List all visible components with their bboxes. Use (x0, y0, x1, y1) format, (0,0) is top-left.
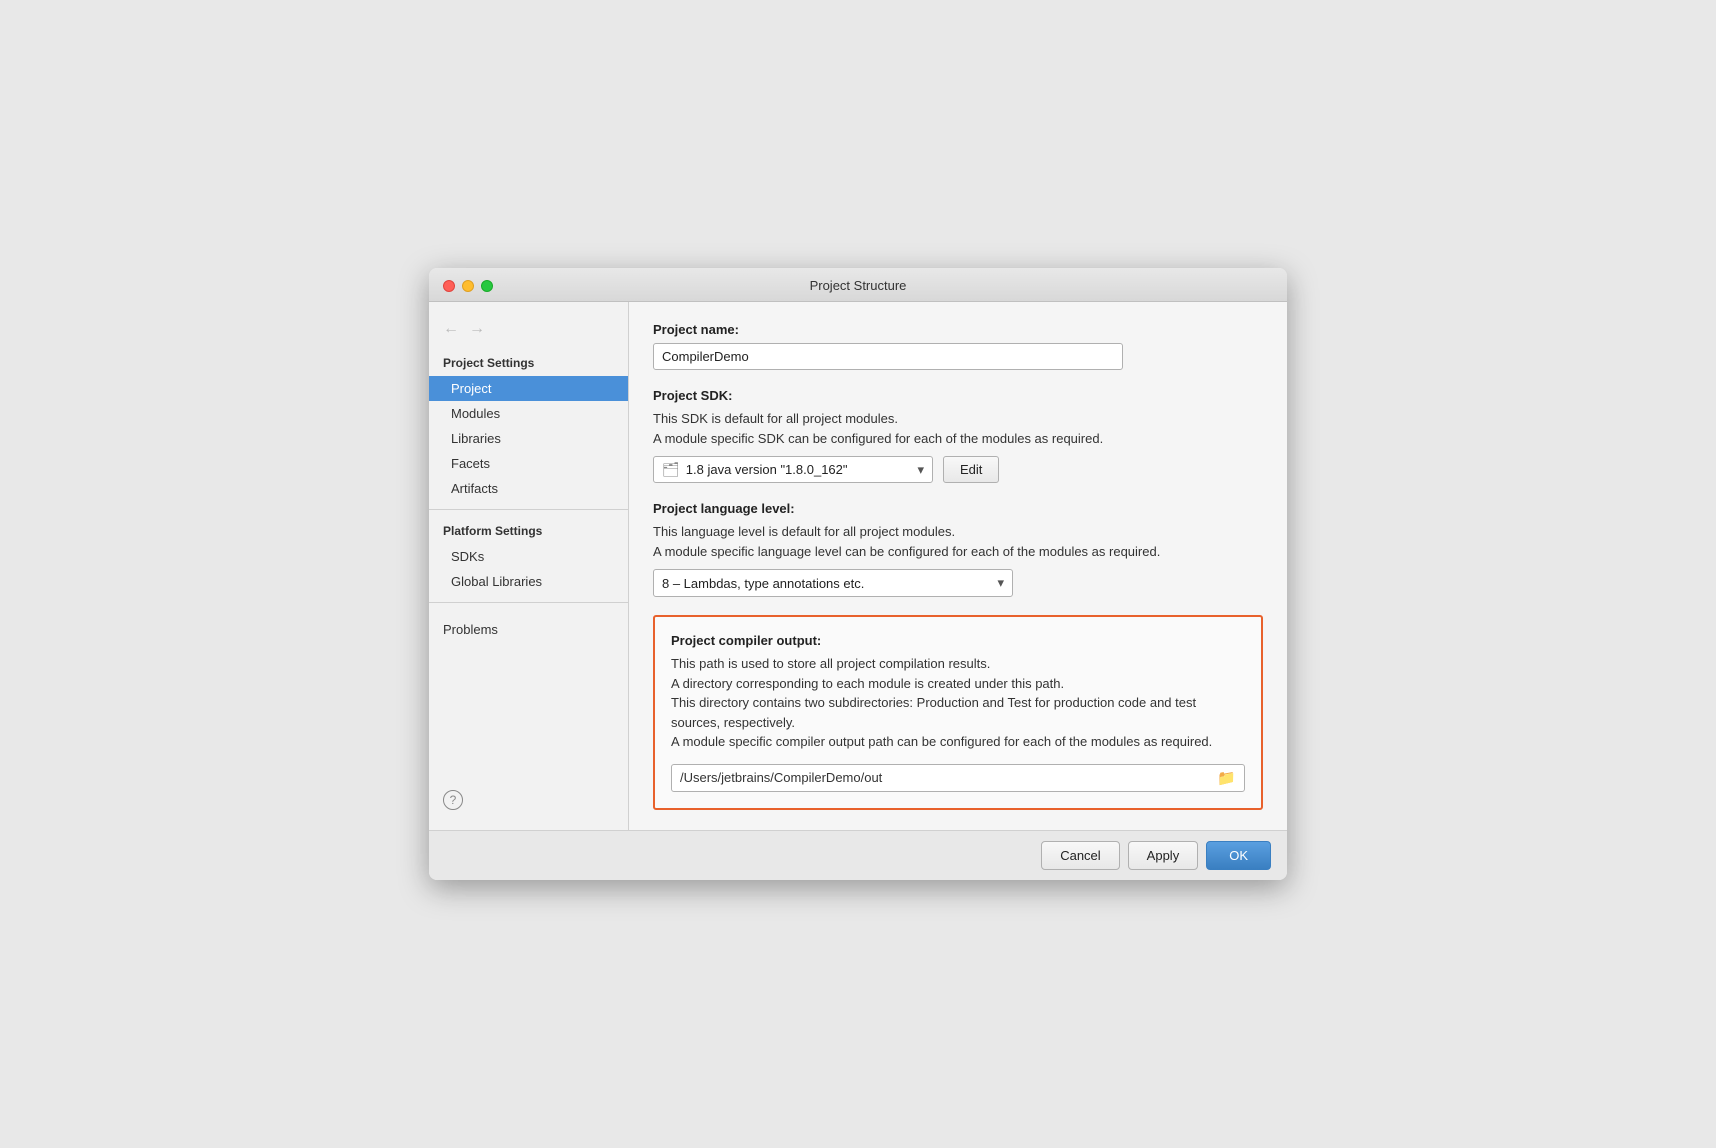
compiler-output-section: Project compiler output: This path is us… (653, 615, 1263, 810)
bottom-bar: Cancel Apply OK (429, 830, 1287, 880)
sidebar-item-project[interactable]: Project (429, 376, 628, 401)
compiler-output-label: Project compiler output: (671, 633, 1245, 648)
output-path-value: /Users/jetbrains/CompilerDemo/out (680, 770, 1217, 785)
sidebar-bottom: ? (429, 780, 628, 820)
platform-settings-section: Platform Settings (429, 518, 628, 544)
ok-button[interactable]: OK (1206, 841, 1271, 870)
back-arrow[interactable]: ← (443, 320, 459, 338)
title-bar: Project Structure (429, 268, 1287, 302)
sdk-dropdown[interactable]: 🗂 1.8 java version "1.8.0_162" ▾ (653, 456, 933, 483)
sdk-row: 🗂 1.8 java version "1.8.0_162" ▾ Edit (653, 456, 1263, 483)
minimize-button[interactable] (462, 280, 474, 292)
apply-button[interactable]: Apply (1128, 841, 1199, 870)
sdk-dropdown-value: 1.8 java version "1.8.0_162" (686, 462, 912, 477)
window-title: Project Structure (810, 278, 907, 293)
sdk-dropdown-arrow: ▾ (917, 462, 924, 478)
language-dropdown[interactable]: 8 – Lambdas, type annotations etc. ▾ (653, 569, 1013, 597)
project-structure-dialog: Project Structure ← → Project Settings P… (429, 268, 1287, 880)
sidebar-item-sdks[interactable]: SDKs (429, 544, 628, 569)
compiler-output-desc: This path is used to store all project c… (671, 654, 1245, 752)
sidebar-item-modules[interactable]: Modules (429, 401, 628, 426)
project-name-section: Project name: (653, 322, 1263, 370)
project-language-desc: This language level is default for all p… (653, 522, 1263, 561)
sidebar-item-facets[interactable]: Facets (429, 451, 628, 476)
sidebar-item-problems[interactable]: Problems (429, 617, 628, 642)
language-dropdown-arrow: ▾ (997, 575, 1004, 591)
sidebar-item-global-libraries[interactable]: Global Libraries (429, 569, 628, 594)
sidebar-divider-2 (429, 602, 628, 603)
project-name-input[interactable] (653, 343, 1123, 370)
cancel-button[interactable]: Cancel (1041, 841, 1119, 870)
sidebar-item-libraries[interactable]: Libraries (429, 426, 628, 451)
browse-folder-icon[interactable]: 📁 (1217, 769, 1236, 787)
sidebar-item-artifacts[interactable]: Artifacts (429, 476, 628, 501)
traffic-lights (443, 280, 493, 292)
project-settings-label: Project Settings (443, 356, 614, 370)
sdk-edit-button[interactable]: Edit (943, 456, 999, 483)
project-language-section: Project language level: This language le… (653, 501, 1263, 597)
language-dropdown-value: 8 – Lambdas, type annotations etc. (662, 576, 997, 591)
output-path-row: /Users/jetbrains/CompilerDemo/out 📁 (671, 764, 1245, 792)
platform-settings-label: Platform Settings (443, 524, 614, 538)
project-name-label: Project name: (653, 322, 1263, 337)
project-sdk-label: Project SDK: (653, 388, 1263, 403)
project-settings-section: Project Settings (429, 350, 628, 376)
project-language-label: Project language level: (653, 501, 1263, 516)
help-button[interactable]: ? (443, 790, 463, 810)
project-sdk-desc: This SDK is default for all project modu… (653, 409, 1263, 448)
maximize-button[interactable] (481, 280, 493, 292)
sidebar-divider (429, 509, 628, 510)
sidebar: ← → Project Settings Project Modules Lib… (429, 302, 629, 830)
project-sdk-section: Project SDK: This SDK is default for all… (653, 388, 1263, 483)
sdk-folder-icon: 🗂 (662, 461, 680, 478)
nav-arrows: ← → (429, 312, 628, 346)
main-layout: ← → Project Settings Project Modules Lib… (429, 302, 1287, 830)
close-button[interactable] (443, 280, 455, 292)
main-content: Project name: Project SDK: This SDK is d… (629, 302, 1287, 830)
forward-arrow[interactable]: → (469, 320, 485, 338)
